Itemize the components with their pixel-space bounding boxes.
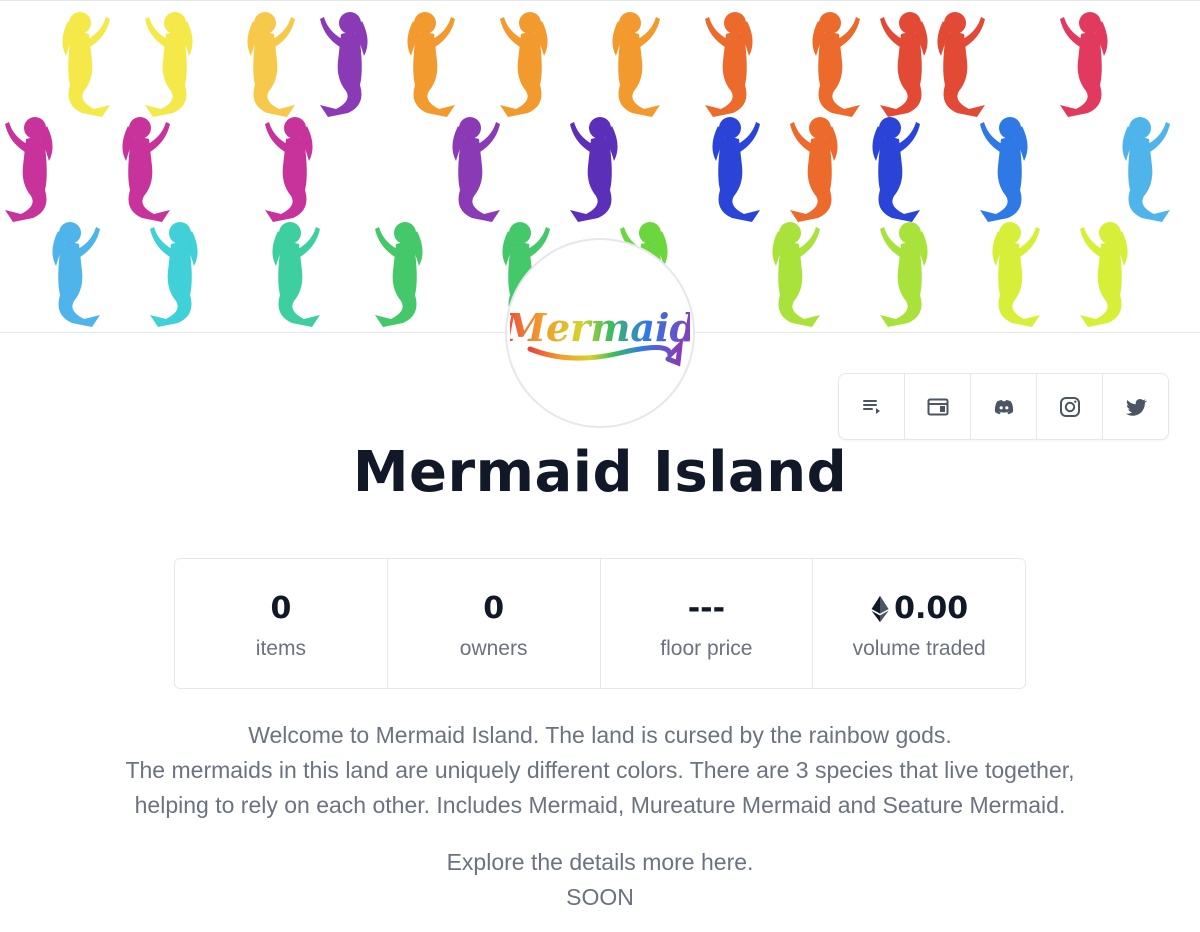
stat-value: 0: [270, 591, 292, 626]
mermaid-silhouette: [247, 12, 295, 117]
stat-value: 0.00: [894, 591, 969, 626]
mermaid-silhouette: [145, 12, 193, 117]
instagram-button[interactable]: [1037, 374, 1103, 439]
mermaid-silhouette: [980, 117, 1028, 222]
collection-description: Welcome to Mermaid Island. The land is c…: [20, 718, 1180, 915]
mermaid-silhouette: [992, 222, 1040, 327]
stat-volume-traded[interactable]: 0.00 volume traded: [813, 559, 1025, 688]
collection-title: Mermaid Island: [352, 440, 848, 505]
stat-label: items: [255, 636, 306, 660]
stat-value: 0: [483, 591, 505, 626]
mermaid-silhouette: [1122, 117, 1170, 222]
instagram-icon: [1059, 396, 1080, 417]
mermaid-logo-image: Mermaid: [510, 305, 690, 367]
mermaid-silhouette: [880, 12, 928, 117]
discord-button[interactable]: [971, 374, 1037, 439]
mermaid-silhouette: [452, 117, 500, 222]
mermaid-silhouette: [62, 12, 110, 117]
stat-label: owners: [459, 636, 528, 660]
stat-owners[interactable]: 0 owners: [388, 559, 601, 688]
mermaid-silhouette: [122, 117, 170, 222]
stat-value-row: 0.00: [870, 587, 968, 631]
description-line: helping to rely on each other. Includes …: [134, 792, 1066, 818]
logo-wordmark: Mermaid: [510, 305, 690, 350]
mermaid-silhouette: [5, 117, 53, 222]
description-line: SOON: [566, 884, 634, 910]
twitter-button[interactable]: [1103, 374, 1168, 439]
discord-icon: [994, 399, 1013, 414]
activity-button[interactable]: [839, 374, 905, 439]
mermaid-silhouette: [937, 12, 985, 117]
mermaid-silhouette: [407, 12, 455, 117]
mermaid-silhouette: [712, 117, 760, 222]
mermaid-silhouette: [1080, 222, 1128, 327]
stat-items[interactable]: 0 items: [175, 559, 388, 688]
mermaid-silhouette: [705, 12, 753, 117]
social-links-bar: [838, 373, 1169, 440]
mermaid-silhouette: [790, 117, 838, 222]
stat-floor-price[interactable]: --- floor price: [601, 559, 814, 688]
mermaid-silhouette: [570, 117, 618, 222]
twitter-icon: [1125, 398, 1147, 416]
mermaid-silhouette: [500, 12, 548, 117]
collection-stats: 0 items 0 owners --- floor price 0.00 vo…: [174, 558, 1026, 689]
mermaid-silhouette: [375, 222, 423, 327]
mermaid-silhouette: [612, 12, 660, 117]
mermaid-silhouette: [265, 117, 313, 222]
stat-label: volume traded: [852, 636, 986, 660]
stat-value: ---: [687, 591, 726, 626]
website-button[interactable]: [905, 374, 971, 439]
description-line: Explore the details more here.: [446, 849, 754, 875]
activity-icon: [862, 399, 880, 414]
stat-label: floor price: [660, 636, 753, 660]
collection-logo: Mermaid: [505, 238, 695, 428]
mermaid-silhouette: [772, 222, 820, 327]
description-line: Welcome to Mermaid Island. The land is c…: [248, 722, 952, 748]
website-icon: [927, 398, 948, 415]
mermaid-silhouette: [1060, 12, 1108, 117]
mermaid-silhouette: [52, 222, 100, 327]
mermaid-silhouette: [872, 117, 920, 222]
mermaid-silhouette: [320, 12, 368, 117]
ethereum-icon: [871, 595, 889, 622]
mermaid-silhouette: [880, 222, 928, 327]
mermaid-silhouette: [150, 222, 198, 327]
mermaid-silhouette: [812, 12, 860, 117]
mermaid-silhouette: [272, 222, 320, 327]
description-line: The mermaids in this land are uniquely d…: [125, 757, 1075, 783]
